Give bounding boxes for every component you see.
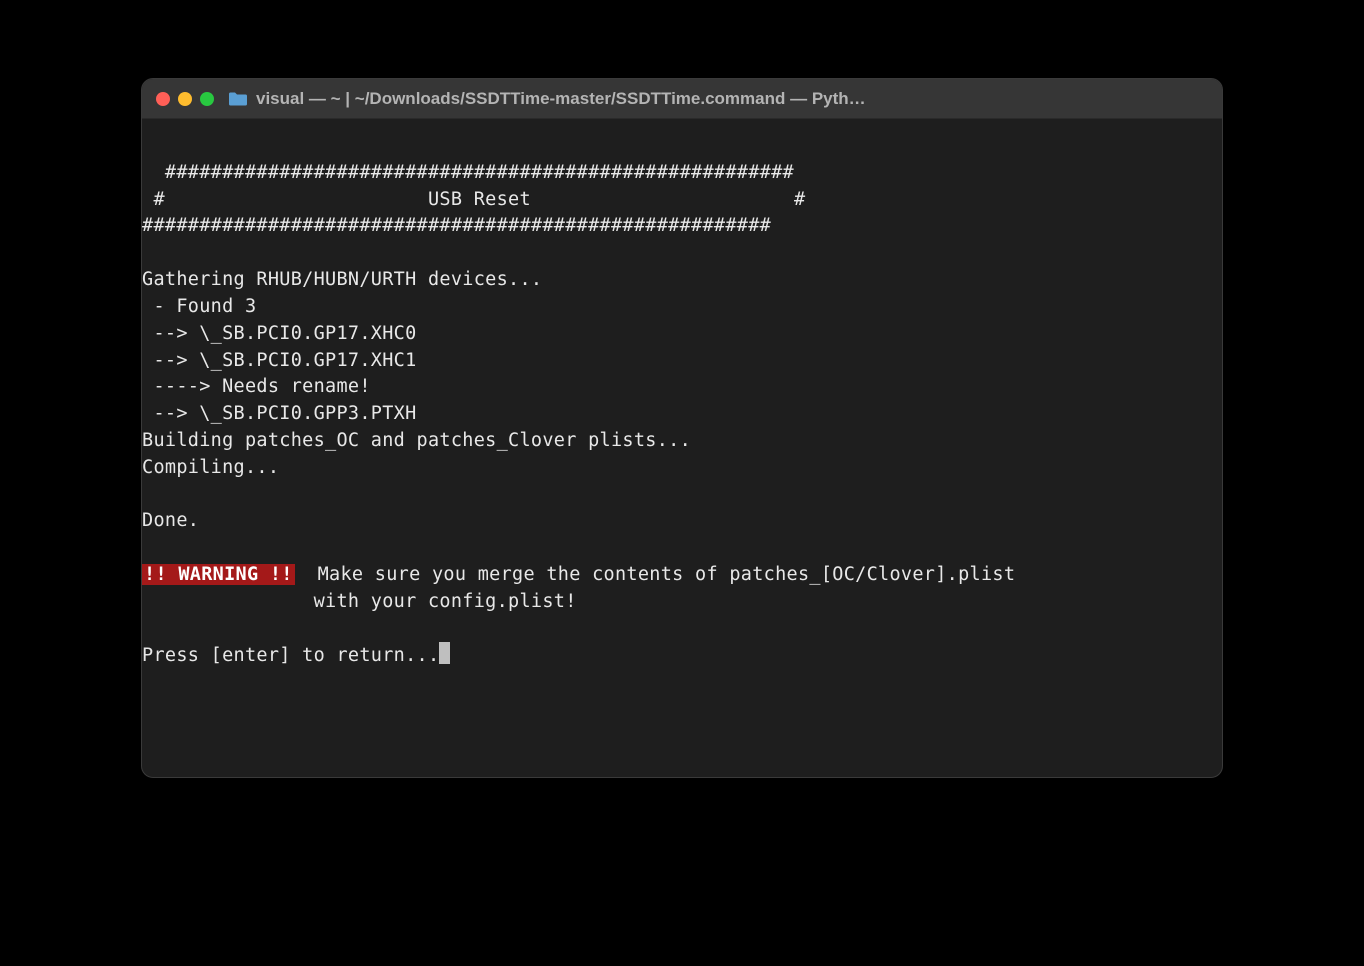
prompt-line: Press [enter] to return... bbox=[142, 645, 450, 666]
line-needs-rename: ----> Needs rename! bbox=[142, 376, 371, 397]
line-device-2: --> \_SB.PCI0.GP17.XHC1 bbox=[142, 350, 417, 371]
header-border-bottom: ########################################… bbox=[142, 215, 771, 236]
warning-line-2: with your config.plist! bbox=[142, 591, 577, 612]
title-bar: visual — ~ | ~/Downloads/SSDTTime-master… bbox=[142, 79, 1222, 119]
header-title: # USB Reset # bbox=[142, 189, 805, 210]
folder-icon bbox=[228, 91, 248, 107]
line-device-3: --> \_SB.PCI0.GPP3.PTXH bbox=[142, 403, 417, 424]
line-found: - Found 3 bbox=[142, 296, 256, 317]
maximize-button[interactable] bbox=[200, 92, 214, 106]
warning-line-1: !! WARNING !! Make sure you merge the co… bbox=[142, 564, 1015, 585]
close-button[interactable] bbox=[156, 92, 170, 106]
warning-text-1: Make sure you merge the contents of patc… bbox=[295, 564, 1016, 585]
line-gathering: Gathering RHUB/HUBN/URTH devices... bbox=[142, 269, 542, 290]
cursor-block bbox=[439, 642, 450, 664]
window-title: visual — ~ | ~/Downloads/SSDTTime-master… bbox=[256, 89, 1208, 109]
line-done: Done. bbox=[142, 510, 199, 531]
terminal-window: visual — ~ | ~/Downloads/SSDTTime-master… bbox=[141, 78, 1223, 778]
line-building: Building patches_OC and patches_Clover p… bbox=[142, 430, 691, 451]
line-device-1: --> \_SB.PCI0.GP17.XHC0 bbox=[142, 323, 417, 344]
prompt-text: Press [enter] to return... bbox=[142, 645, 439, 666]
terminal-content[interactable]: ########################################… bbox=[142, 119, 1222, 697]
warning-badge: !! WARNING !! bbox=[142, 564, 295, 585]
line-compiling: Compiling... bbox=[142, 457, 279, 478]
traffic-lights bbox=[156, 92, 214, 106]
minimize-button[interactable] bbox=[178, 92, 192, 106]
header-border-top: ########################################… bbox=[142, 162, 794, 183]
